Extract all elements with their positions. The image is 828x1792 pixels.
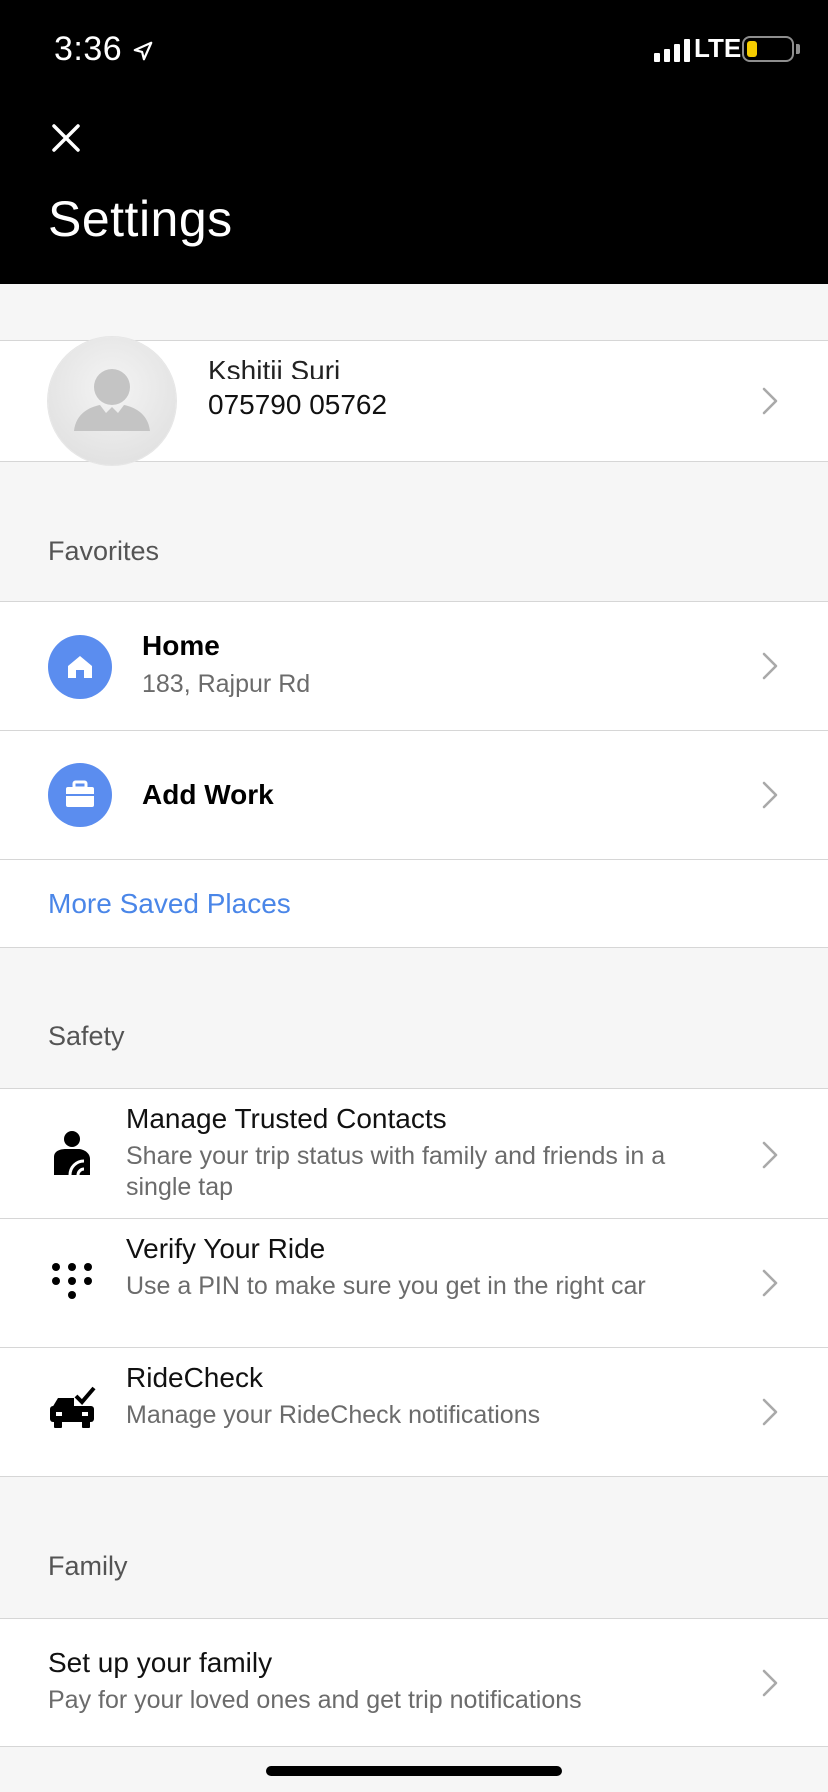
trusted-contacts-icon: [54, 1131, 90, 1176]
briefcase-icon: [48, 763, 112, 827]
avatar: [48, 337, 176, 465]
chevron-right-icon: [762, 652, 778, 680]
person-placeholder-icon: [74, 369, 150, 431]
chevron-right-icon: [762, 1669, 778, 1697]
close-icon[interactable]: [48, 120, 84, 156]
family-section-title: Family: [48, 1551, 128, 1581]
app-header: 3:36 LTE Settings: [0, 0, 828, 284]
favorites-section-title: Favorites: [48, 536, 160, 566]
car-check-icon: [50, 1386, 96, 1428]
battery-icon: [742, 36, 794, 62]
family-item-title: Set up your family: [48, 1647, 273, 1678]
profile-name: Kshitij Suri: [208, 355, 341, 379]
safety-item-title: Manage Trusted Contacts: [126, 1103, 447, 1134]
profile-row[interactable]: Kshitij Suri 075790 05762: [0, 337, 828, 465]
safety-item-subtitle: Manage your RideCheck notifications: [126, 1401, 541, 1429]
favorite-work-row[interactable]: Add Work: [0, 731, 828, 859]
safety-item-title: Verify Your Ride: [126, 1233, 326, 1264]
trusted-contacts-row[interactable]: Manage Trusted Contacts Share your trip …: [0, 1088, 828, 1218]
chevron-right-icon: [762, 1141, 778, 1169]
page-title: Settings: [48, 191, 233, 247]
safety-item-subtitle: Use a PIN to make sure you get in the ri…: [126, 1272, 646, 1300]
pin-keypad-icon: [52, 1263, 92, 1299]
profile-phone: 075790 05762: [208, 389, 388, 420]
safety-item-subtitle: Share your trip status with family and f…: [126, 1142, 666, 1201]
status-time: 3:36: [54, 30, 123, 68]
favorite-title: Add Work: [142, 779, 274, 810]
location-arrow-icon: [133, 41, 153, 61]
home-indicator[interactable]: [266, 1766, 562, 1776]
chevron-right-icon: [762, 1398, 778, 1426]
favorite-address: 183, Rajpur Rd: [142, 670, 311, 698]
network-label: LTE: [694, 33, 742, 63]
more-saved-places-row[interactable]: More Saved Places: [0, 860, 828, 948]
favorite-home-row[interactable]: Home 183, Rajpur Rd: [0, 601, 828, 730]
safety-section-title: Safety: [48, 1021, 125, 1051]
setup-family-row[interactable]: Set up your family Pay for your loved on…: [0, 1618, 828, 1747]
more-saved-places-link[interactable]: More Saved Places: [48, 888, 291, 920]
home-icon: [48, 635, 112, 699]
family-item-subtitle: Pay for your loved ones and get trip not…: [48, 1686, 582, 1714]
chevron-right-icon: [762, 1269, 778, 1297]
chevron-right-icon: [762, 387, 778, 415]
ridecheck-row[interactable]: RideCheck Manage your RideCheck notifica…: [0, 1348, 828, 1477]
verify-ride-row[interactable]: Verify Your Ride Use a PIN to make sure …: [0, 1219, 828, 1347]
safety-item-title: RideCheck: [126, 1362, 263, 1393]
chevron-right-icon: [762, 781, 778, 809]
battery-cap: [796, 44, 800, 54]
signal-icon: [654, 39, 690, 62]
favorite-title: Home: [142, 630, 220, 661]
